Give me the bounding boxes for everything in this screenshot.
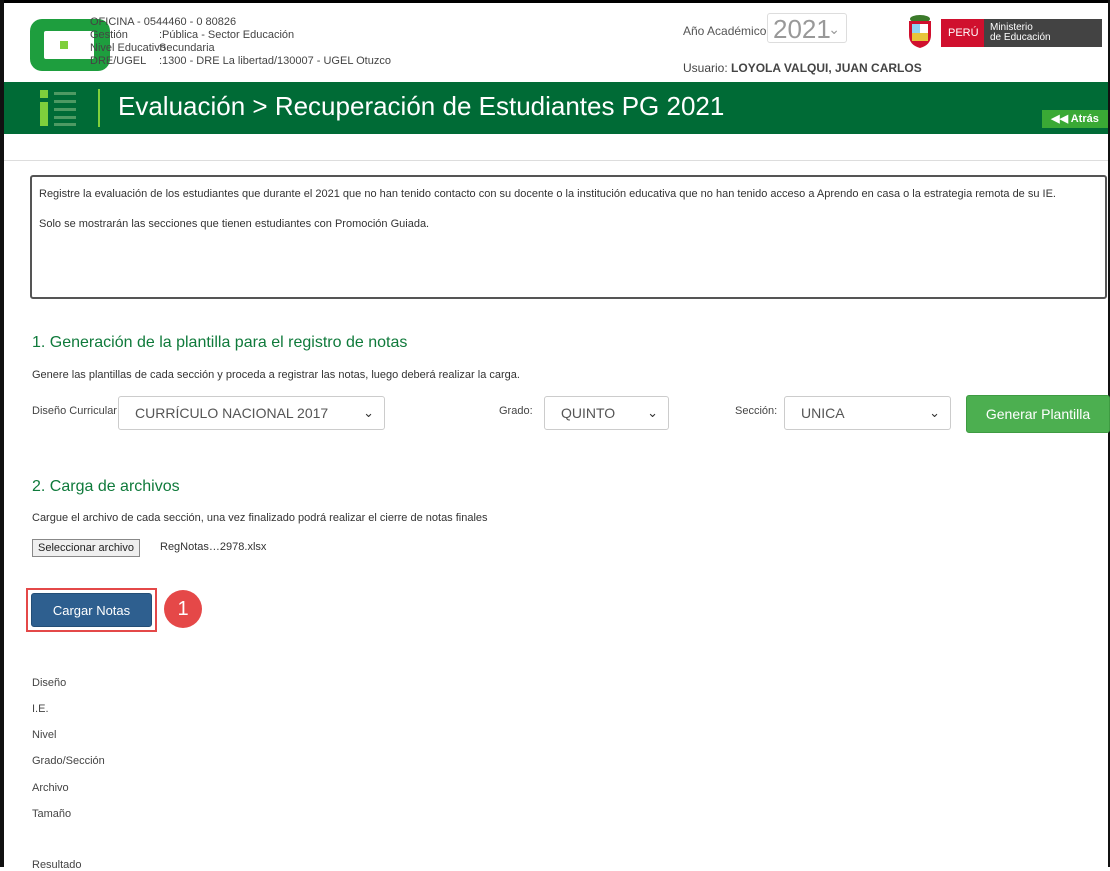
section-2-description: Cargue el archivo de cada sección, una v… [32, 512, 488, 524]
select-file-button[interactable]: Seleccionar archivo [32, 539, 140, 557]
diseno-value: CURRÍCULO NACIONAL 2017 [135, 405, 329, 421]
chevron-down-icon: ⌄ [363, 405, 374, 420]
generate-template-button[interactable]: Generar Plantilla [966, 395, 1110, 433]
section-1-description: Genere las plantillas de cada sección y … [32, 369, 520, 381]
result-label-grado-seccion: Grado/Sección [32, 755, 105, 767]
gestion-value: :Pública - Sector Educación [159, 29, 295, 41]
grado-value: QUINTO [561, 405, 616, 421]
seccion-label: Sección: [735, 405, 778, 417]
result-label-diseno: Diseño [32, 677, 67, 689]
upload-grades-button[interactable]: Cargar Notas [31, 593, 152, 627]
dre-value: :1300 - DRE La libertad/130007 - UGEL Ot… [159, 55, 391, 67]
dre-label: DRE/UGEL [90, 55, 147, 67]
back-button-label: Atrás [1070, 113, 1099, 125]
result-label-resultado: Resultado [32, 859, 82, 871]
info-paragraph-2: Solo se mostrarán las secciones que tien… [39, 218, 430, 230]
user-info: Usuario: LOYOLA VALQUI, JUAN CARLOS [683, 61, 922, 75]
nivel-value: Secundaria [159, 42, 215, 54]
grado-select[interactable]: QUINTO ⌄ [544, 396, 669, 430]
step-callout-badge: 1 [164, 590, 202, 628]
chevron-down-icon: ⌄ [929, 405, 940, 420]
year-value: 2021 [773, 14, 831, 44]
info-paragraph-1: Registre la evaluación de los estudiante… [39, 188, 1056, 200]
usuario-name: LOYOLA VALQUI, JUAN CARLOS [731, 61, 922, 75]
result-label-nivel: Nivel [32, 729, 57, 741]
grado-label: Grado: [499, 405, 533, 417]
selected-file-name: RegNotas…2978.xlsx [160, 541, 267, 553]
minedu-logo: PERÚ Ministerio de Educación [904, 13, 1102, 49]
divider [4, 160, 1108, 161]
peru-coat-of-arms-icon [909, 15, 931, 48]
info-box: Registre la evaluación de los estudiante… [30, 175, 1107, 299]
ministerio-line2: de Educación [990, 32, 1051, 43]
usuario-label: Usuario: [683, 61, 728, 75]
chevron-down-icon: ⌄ [647, 405, 658, 420]
result-label-ie: I.E. [32, 703, 49, 715]
gestion-label: Gestión [90, 29, 128, 41]
result-label-archivo: Archivo [32, 782, 69, 794]
seccion-value: UNICA [801, 405, 845, 421]
year-select[interactable]: 2021 ⌄ [767, 13, 847, 44]
title-separator [98, 89, 100, 127]
page-header: OFICINA - 0544460 - 0 80826 Gestión :Públ… [4, 3, 1108, 79]
school-info: OFICINA - 0544460 - 0 80826 Gestión :Públ… [90, 16, 391, 68]
page-title-bar: Evaluación > Recuperación de Estudiantes… [4, 82, 1108, 134]
section-1-title: 1. Generación de la plantilla para el re… [32, 334, 408, 351]
back-button[interactable]: ◀◀ Atrás [1042, 110, 1108, 128]
result-label-tamano: Tamaño [32, 808, 72, 820]
seccion-select[interactable]: UNICA ⌄ [784, 396, 951, 430]
peru-badge: PERÚ [941, 19, 984, 47]
diseno-label: Diseño Curricular: [32, 405, 121, 417]
double-left-arrow-icon: ◀◀ [1051, 113, 1071, 125]
oficina-code: OFICINA - 0544460 - 0 80826 [90, 16, 237, 28]
chevron-down-icon: ⌄ [828, 21, 840, 37]
ministerio-badge: Ministerio de Educación [984, 19, 1102, 47]
year-label: Año Académico [683, 24, 767, 38]
evaluation-list-icon [40, 90, 76, 126]
section-2-title: 2. Carga de archivos [32, 478, 180, 495]
diseno-curricular-select[interactable]: CURRÍCULO NACIONAL 2017 ⌄ [118, 396, 385, 430]
page-title: Evaluación > Recuperación de Estudiantes… [118, 91, 725, 121]
nivel-label: Nivel Educativo [90, 42, 166, 54]
